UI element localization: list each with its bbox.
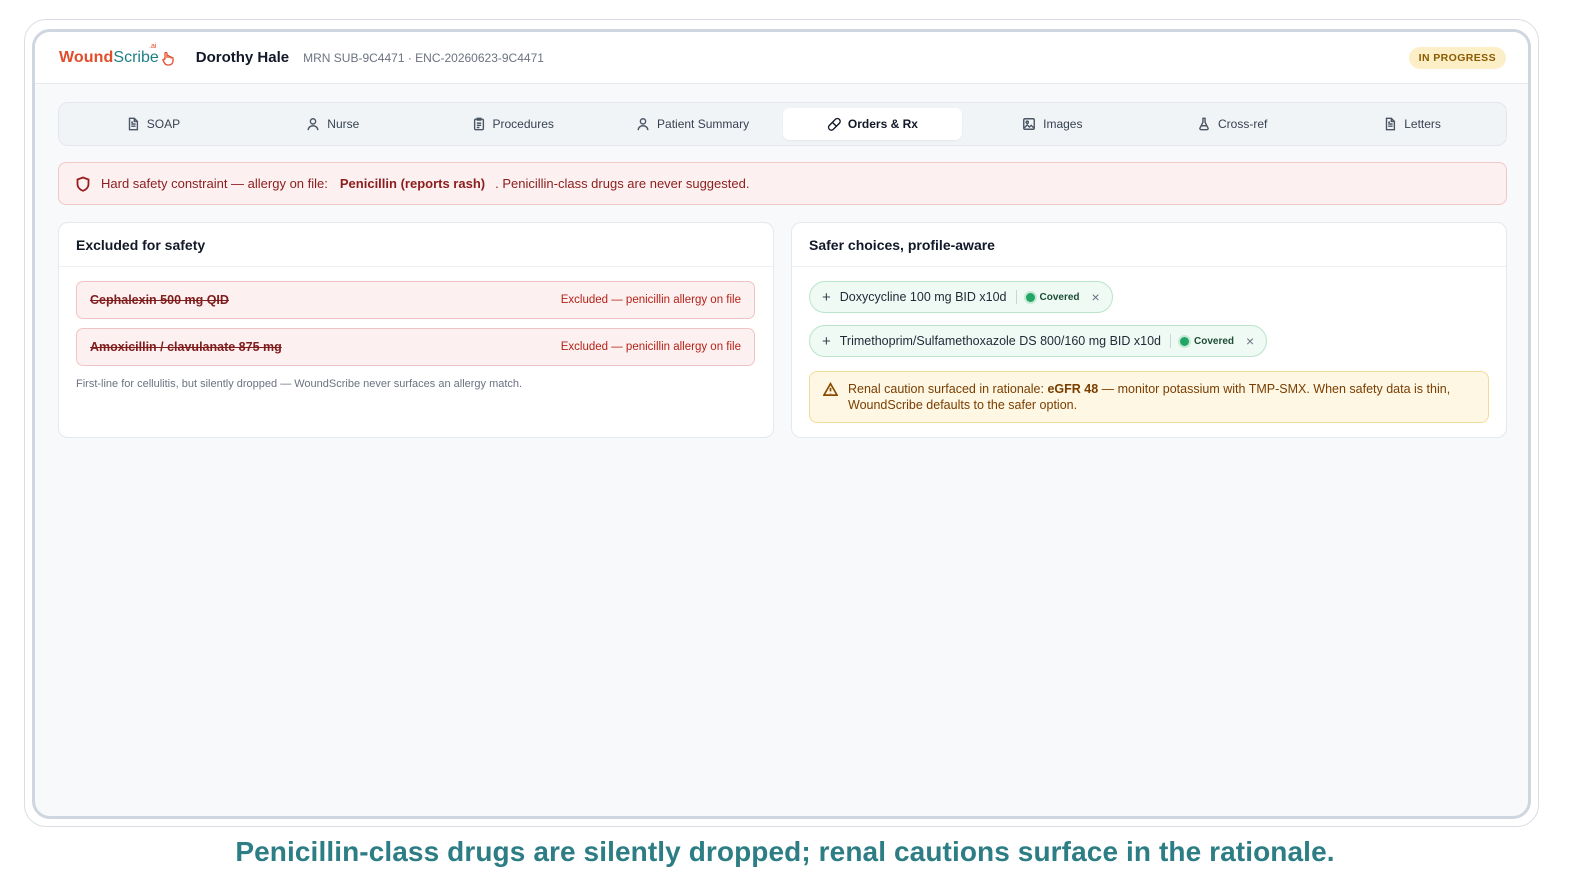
logo-scribe-text: Scribe xyxy=(113,48,159,66)
chip-divider xyxy=(1169,334,1171,348)
tab-orders-rx[interactable]: Orders & Rx xyxy=(782,108,963,140)
covered-status-dot xyxy=(1179,336,1189,346)
choice-drug-name: Trimethoprim/Sulfamethoxazole DS 800/160… xyxy=(839,334,1161,348)
tab-label: Patient Summary xyxy=(657,117,750,131)
excluded-note: First-line for cellulitis, but silently … xyxy=(76,378,523,390)
document-icon xyxy=(128,117,138,131)
tab-letters[interactable]: Letters xyxy=(1322,108,1502,140)
choice-drug-name: Doxycycline 100 mg BID x10d xyxy=(839,290,1007,304)
tab-label: Orders & Rx xyxy=(847,117,918,131)
allergy-name: Penicillin (reports rash) xyxy=(339,176,486,191)
excluded-reason: Excluded — penicillin allergy on file xyxy=(560,341,741,353)
allergy-safety-alert: Hard safety constraint — allergy on file… xyxy=(58,162,1507,205)
coverage-label: Covered xyxy=(1193,335,1234,347)
document-icon xyxy=(1386,117,1396,131)
covered-status-dot xyxy=(1025,292,1035,302)
patient-ids: MRN SUB-9C4471 · ENC-20260623-9C4471 xyxy=(303,50,544,65)
tab-soap[interactable]: SOAP xyxy=(63,108,243,140)
tab-nurse[interactable]: Nurse xyxy=(243,108,423,140)
tab-label: SOAP xyxy=(146,117,181,131)
flask-icon xyxy=(1199,117,1209,131)
alert-suffix: . Penicillin-class drugs are never sugge… xyxy=(495,176,750,191)
tab-images[interactable]: Images xyxy=(962,108,1142,140)
excluded-drug-row: Cephalexin 500 mg QID Excluded — penicil… xyxy=(76,281,755,319)
excluded-for-safety-panel: Excluded for safety Cephalexin 500 mg QI… xyxy=(58,222,774,438)
app-header: Wound Scribe .ai Dorothy Hale MRN SUB-9C4… xyxy=(35,32,1528,84)
logo-ai-text: .ai xyxy=(149,42,157,50)
hand-icon xyxy=(162,51,174,66)
image-icon xyxy=(1023,118,1036,130)
excluded-drug-name: Cephalexin 500 mg QID xyxy=(90,293,229,307)
slide-caption: Penicillin-class drugs are silently drop… xyxy=(235,836,1335,867)
excluded-reason: Excluded — penicillin allergy on file xyxy=(560,294,741,306)
shield-icon xyxy=(76,176,90,192)
excluded-drug-name: Amoxicillin / clavulanate 875 mg xyxy=(90,340,282,354)
close-icon[interactable]: × xyxy=(1092,289,1100,305)
add-icon[interactable]: + xyxy=(822,333,831,350)
person-icon xyxy=(307,118,319,131)
tab-label: Letters xyxy=(1404,117,1441,131)
renal-caution-note: Renal caution surfaced in rationale: eGF… xyxy=(809,371,1489,423)
warning-icon xyxy=(823,382,838,396)
coverage-label: Covered xyxy=(1039,291,1080,303)
panel-title: Safer choices, profile-aware xyxy=(792,223,1506,267)
chip-divider xyxy=(1015,290,1017,304)
safer-choices-panel: Safer choices, profile-aware + Doxycycli… xyxy=(791,222,1507,438)
add-icon[interactable]: + xyxy=(822,289,831,306)
app-window: Wound Scribe .ai Dorothy Hale MRN SUB-9C4… xyxy=(32,29,1531,819)
caution-line2: WoundScribe defaults to the safer option… xyxy=(848,398,1078,412)
tab-bar: SOAP Nurse Procedures Patient Summary Or… xyxy=(58,102,1507,146)
tab-label: Procedures xyxy=(492,117,554,131)
status-badge: IN PROGRESS xyxy=(1408,46,1506,69)
caution-prefix: Renal caution surfaced in rationale: xyxy=(848,382,1044,396)
alert-prefix: Hard safety constraint — allergy on file… xyxy=(101,176,328,191)
pill-icon xyxy=(827,117,841,131)
egfr-value: eGFR 48 xyxy=(1047,382,1099,396)
safer-choice-chip[interactable]: + Doxycycline 100 mg BID x10d Covered × xyxy=(809,281,1113,313)
close-icon[interactable]: × xyxy=(1246,333,1254,349)
logo-wound-text: Wound xyxy=(59,48,114,66)
safer-choice-chip[interactable]: + Trimethoprim/Sulfamethoxazole DS 800/1… xyxy=(809,325,1268,357)
tab-patient-summary[interactable]: Patient Summary xyxy=(603,108,783,140)
tab-cross-ref[interactable]: Cross-ref xyxy=(1142,108,1322,140)
woundscribe-logo: Wound Scribe .ai xyxy=(59,43,176,67)
tab-procedures[interactable]: Procedures xyxy=(423,108,603,140)
tab-label: Images xyxy=(1043,117,1083,131)
excluded-drug-row: Amoxicillin / clavulanate 875 mg Exclude… xyxy=(76,328,755,366)
panel-title: Excluded for safety xyxy=(59,223,773,267)
clipboard-icon xyxy=(473,117,484,131)
caution-text: Renal caution surfaced in rationale: eGF… xyxy=(848,381,1450,413)
tab-label: Cross-ref xyxy=(1218,117,1268,131)
caution-suffix: — monitor potassium with TMP-SMX. When s… xyxy=(1101,382,1451,396)
patient-name: Dorothy Hale xyxy=(195,49,290,66)
person-icon xyxy=(637,118,649,131)
tab-label: Nurse xyxy=(327,117,360,131)
